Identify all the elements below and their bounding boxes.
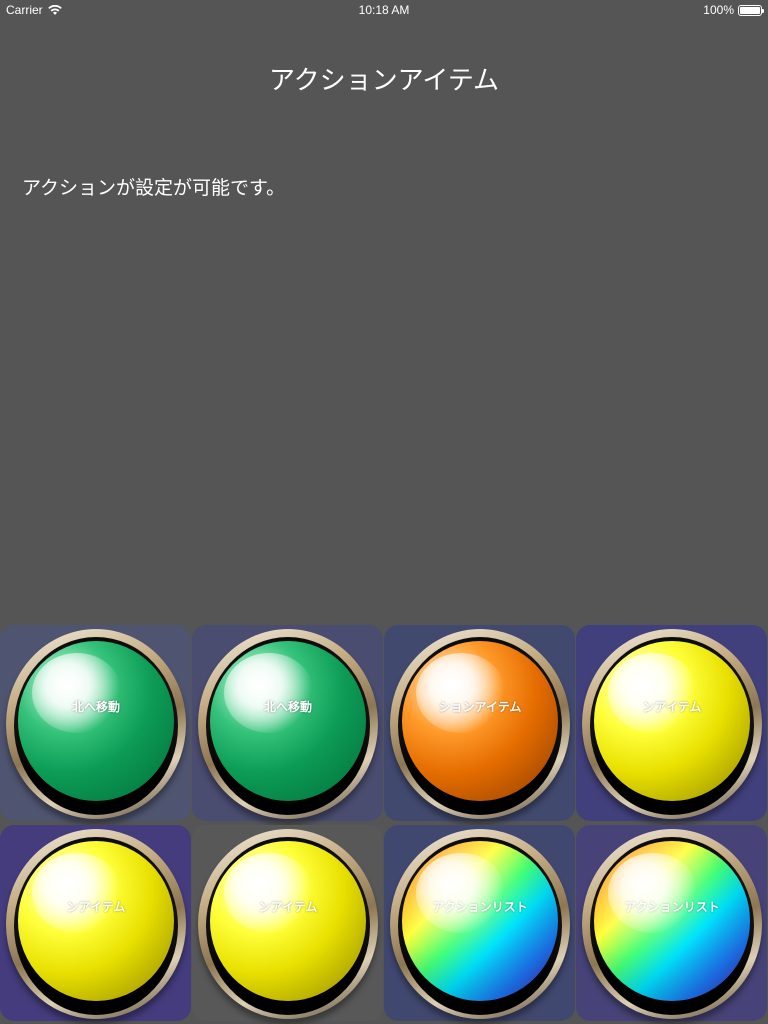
status-bar: Carrier 10:18 AM 100% (0, 0, 768, 20)
action-button-label: アクションリスト (432, 900, 528, 914)
orb-face-rainbow: アクションリスト (402, 841, 558, 1001)
orb-bezel: アクションリスト (390, 829, 570, 1019)
action-button-label: 北へ移動 (263, 700, 312, 714)
action-button-7[interactable]: アクションリスト (384, 825, 575, 1021)
orb-highlight (224, 653, 314, 733)
orb-highlight (608, 653, 698, 733)
orb-highlight (416, 853, 506, 933)
action-button-1[interactable]: 北へ移動 (0, 625, 191, 821)
status-right: 100% (703, 3, 764, 17)
orb-bezel: ンアイテム (198, 829, 378, 1019)
action-button-8[interactable]: アクションリスト (576, 825, 767, 1021)
battery-fill (740, 6, 760, 14)
orb-highlight (416, 653, 506, 733)
action-button-label: 北へ移動 (71, 700, 120, 714)
orb-face-yellow: ンアイテム (210, 841, 366, 1001)
action-button-2[interactable]: 北へ移動 (192, 625, 383, 821)
battery-percent: 100% (703, 3, 734, 17)
orb-highlight (224, 853, 314, 933)
orb-face-yellow: ンアイテム (18, 841, 174, 1001)
orb-bezel: ンアイテム (6, 829, 186, 1019)
action-button-label: ンアイテム (66, 900, 126, 914)
page-title: アクションアイテム (268, 66, 500, 96)
orb-bezel: 北へ移動 (198, 629, 378, 819)
action-button-label: ンアイテム (258, 900, 318, 914)
action-button-3[interactable]: ションアイテム (384, 625, 575, 821)
action-button-6[interactable]: ンアイテム (192, 825, 383, 1021)
orb-bezel: 北へ移動 (6, 629, 186, 819)
orb-face-rainbow: アクションリスト (594, 841, 750, 1001)
button-grid: 北へ移動 北へ移動 ションアイテム ンアイテム ンアイテム ンアイテム アクションリスト アク… (0, 625, 768, 1024)
action-button-label: ションアイテム (438, 700, 522, 714)
orb-bezel: アクションリスト (582, 829, 762, 1019)
orb-highlight (32, 853, 122, 933)
orb-highlight (32, 653, 122, 733)
battery-icon (738, 4, 764, 16)
action-button-label: アクションリスト (624, 900, 720, 914)
action-button-5[interactable]: ンアイテム (0, 825, 191, 1021)
action-button-label: ンアイテム (642, 700, 702, 714)
action-button-4[interactable]: ンアイテム (576, 625, 767, 821)
orb-face-green: 北へ移動 (210, 641, 366, 801)
orb-face-yellow: ンアイテム (594, 641, 750, 801)
orb-face-green: 北へ移動 (18, 641, 174, 801)
orb-bezel: ションアイテム (390, 629, 570, 819)
description-text: アクションが設定が可能です。 (22, 177, 286, 199)
orb-highlight (608, 853, 698, 933)
orb-face-orange: ションアイテム (402, 641, 558, 801)
orb-bezel: ンアイテム (582, 629, 762, 819)
status-time: 10:18 AM (358, 3, 410, 17)
